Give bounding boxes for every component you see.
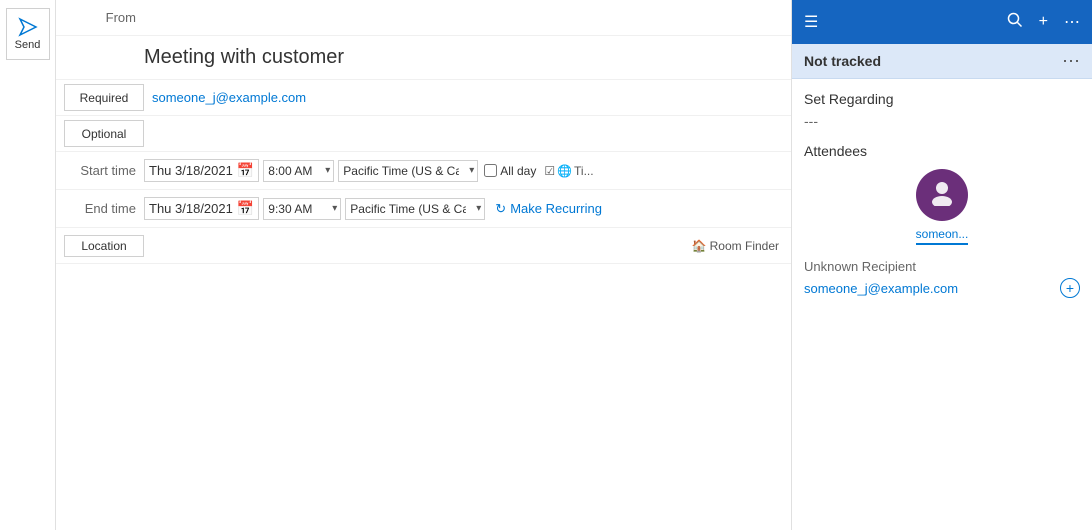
calendar-icon: 📅 [237, 162, 254, 179]
more-icon[interactable]: ⋯ [1064, 12, 1080, 32]
teams-checkbox: ☑ [544, 164, 555, 178]
required-content: someone_j@example.com [152, 80, 791, 115]
avatar-icon [928, 178, 956, 212]
recurring-icon: ↻ [495, 201, 506, 217]
regarding-value: --- [804, 113, 1080, 129]
start-date-picker[interactable]: Thu 3/18/2021 📅 [144, 159, 259, 182]
not-tracked-bar: Not tracked ⋯ [792, 44, 1092, 79]
required-button[interactable]: Required [64, 84, 144, 111]
recurring-label: Make Recurring [510, 201, 602, 216]
not-tracked-more-button[interactable]: ⋯ [1062, 52, 1080, 70]
allday-label: All day [500, 164, 536, 178]
optional-row: Optional [56, 116, 791, 152]
start-time-select-wrap: 8:00 AM 8:30 AM 9:00 AM [263, 160, 334, 182]
start-date-value: Thu 3/18/2021 [149, 163, 233, 178]
unknown-email-link[interactable]: someone_j@example.com [804, 281, 958, 296]
location-button[interactable]: Location [64, 235, 144, 257]
teams-label: Ti... [574, 164, 594, 178]
start-time-select[interactable]: 8:00 AM 8:30 AM 9:00 AM [263, 160, 334, 182]
from-row: From [56, 0, 791, 36]
end-date-value: Thu 3/18/2021 [149, 201, 233, 216]
end-calendar-icon: 📅 [237, 200, 254, 217]
start-time-row: Start time Thu 3/18/2021 📅 8:00 AM 8:30 … [56, 152, 791, 190]
send-button[interactable]: Send [6, 8, 50, 60]
optional-content [152, 116, 791, 151]
search-icon[interactable] [1007, 12, 1023, 33]
required-email[interactable]: someone_j@example.com [152, 90, 306, 105]
end-date-picker[interactable]: Thu 3/18/2021 📅 [144, 197, 259, 220]
not-tracked-text: Not tracked [804, 53, 881, 69]
make-recurring-button[interactable]: ↻ Make Recurring [491, 201, 606, 217]
right-header: ☰ + ⋯ [792, 0, 1092, 44]
menu-icon[interactable]: ☰ [804, 12, 818, 32]
room-finder-icon: 🏠 [692, 239, 707, 253]
required-row: Required someone_j@example.com [56, 80, 791, 116]
from-label: From [64, 10, 144, 25]
teams-icon: 🌐 [557, 164, 572, 178]
optional-button[interactable]: Optional [64, 120, 144, 147]
end-time-label: End time [64, 201, 144, 216]
room-finder-label: Room Finder [710, 239, 779, 253]
attendees-label: Attendees [804, 143, 1080, 159]
start-timezone-select[interactable]: Pacific Time (US & Cana... Eastern Time … [338, 160, 478, 182]
set-regarding-label: Set Regarding [804, 91, 1080, 107]
right-content: Set Regarding --- Attendees someon... Un… [792, 79, 1092, 530]
end-timezone-wrap: Pacific Time (US & Cana... Eastern Time … [345, 198, 485, 220]
attendee-name: someon... [916, 227, 969, 245]
unknown-email-row: someone_j@example.com + [804, 278, 1080, 298]
end-time-row: End time Thu 3/18/2021 📅 9:30 AM 10:00 A… [56, 190, 791, 228]
room-finder-button[interactable]: 🏠 Room Finder [688, 239, 783, 253]
meeting-title: Meeting with customer [144, 46, 344, 69]
location-row: Location 🏠 Room Finder [56, 228, 791, 264]
send-icon [18, 17, 38, 37]
end-time-select[interactable]: 9:30 AM 10:00 AM 10:30 AM [263, 198, 341, 220]
title-row: Meeting with customer [56, 36, 791, 80]
unknown-recipient-section: Unknown Recipient someone_j@example.com … [804, 259, 1080, 298]
start-timezone-wrap: Pacific Time (US & Cana... Eastern Time … [338, 160, 478, 182]
allday-checkbox[interactable] [484, 164, 497, 177]
send-label: Send [15, 39, 41, 51]
unknown-recipient-label: Unknown Recipient [804, 259, 1080, 274]
header-actions: + ⋯ [1007, 12, 1080, 33]
teams-icon-wrap: ☑ 🌐 Ti... [544, 164, 593, 178]
attendee-avatar [916, 169, 968, 221]
end-time-select-wrap: 9:30 AM 10:00 AM 10:30 AM [263, 198, 341, 220]
attendee-card: someon... [804, 169, 1080, 247]
allday-wrap: All day [484, 164, 536, 178]
add-icon[interactable]: + [1039, 13, 1048, 31]
end-timezone-select[interactable]: Pacific Time (US & Cana... Eastern Time … [345, 198, 485, 220]
start-time-label: Start time [64, 163, 144, 178]
send-panel: Send [0, 0, 56, 530]
location-input[interactable] [144, 236, 688, 255]
header-icons: ☰ [804, 12, 818, 32]
compose-area: From Meeting with customer Required some… [56, 0, 792, 530]
add-recipient-button[interactable]: + [1060, 278, 1080, 298]
right-panel: ☰ + ⋯ Not tracked ⋯ Set Regarding --- At… [792, 0, 1092, 530]
